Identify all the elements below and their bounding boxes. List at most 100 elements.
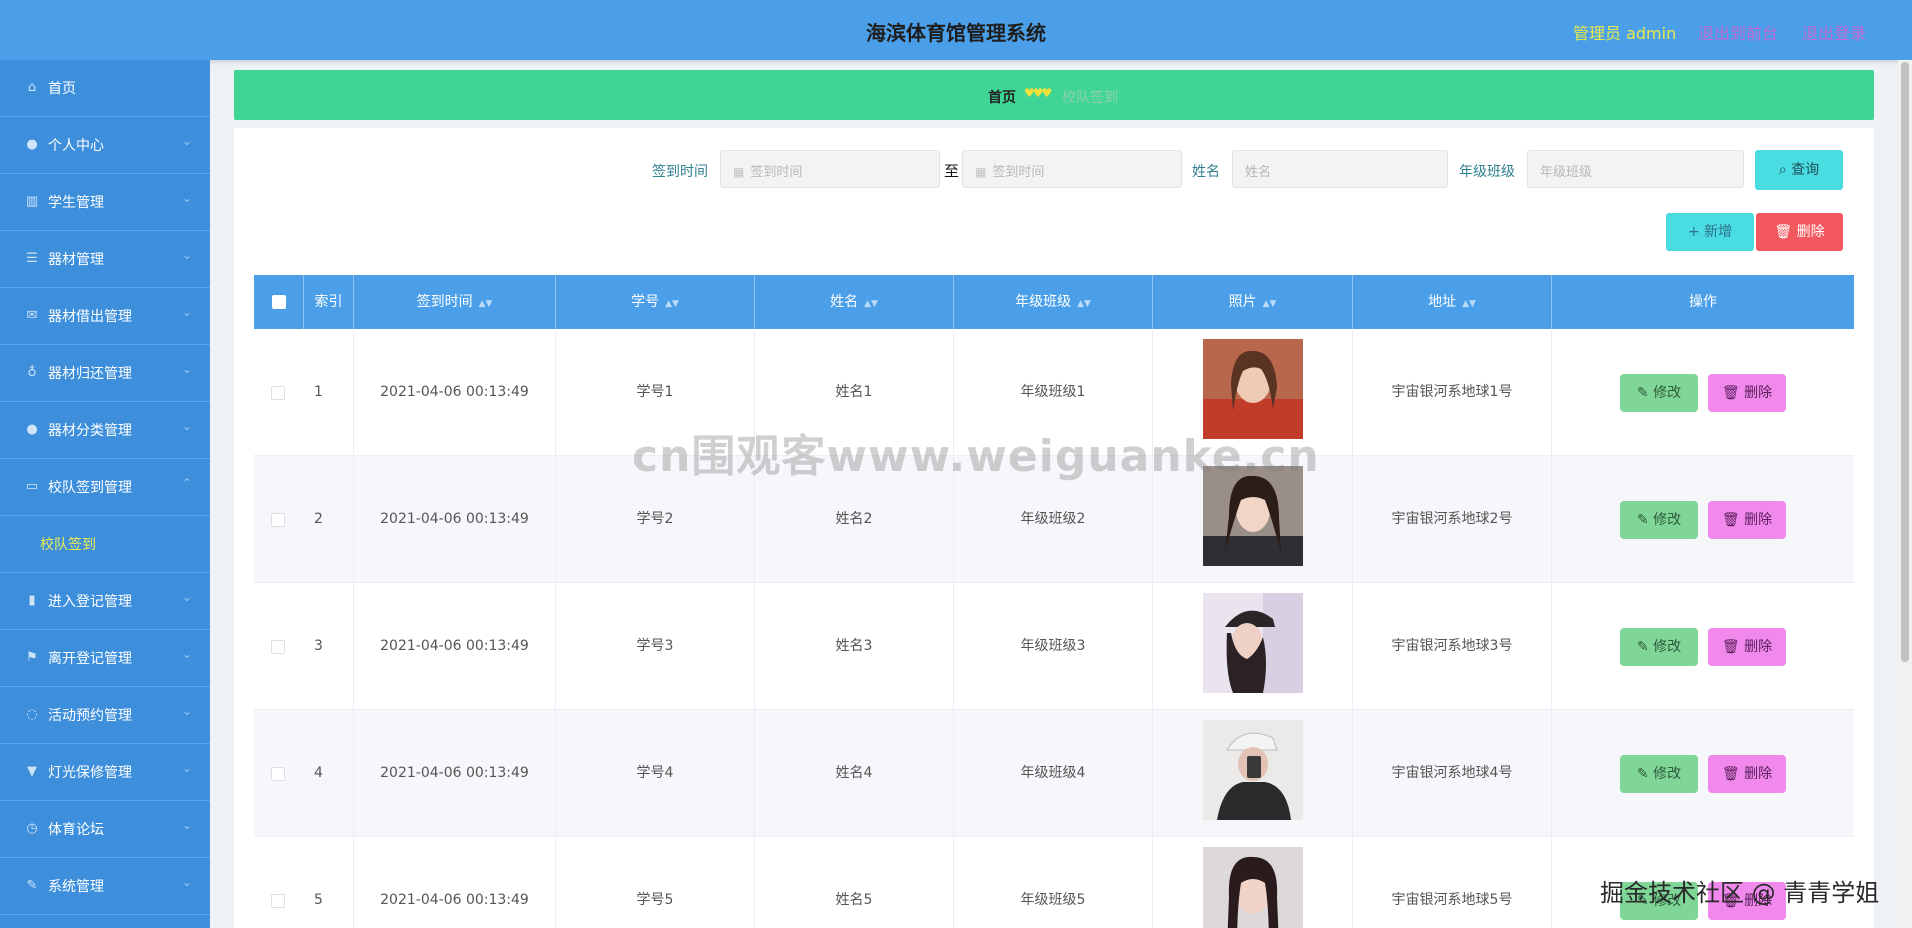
sidebar-item-label: 器材管理	[48, 252, 104, 268]
name-input[interactable]: 姓名	[1232, 150, 1448, 188]
corner-watermark: 掘金技术社区 @ 青青学姐	[1600, 879, 1880, 907]
sidebar-item-label: 校队签到管理	[48, 480, 132, 496]
row-checkbox[interactable]	[271, 386, 285, 400]
sidebar-item-label: 体育论坛	[48, 822, 104, 838]
row-checkbox[interactable]	[271, 894, 285, 908]
trash-icon: 🗑	[1774, 224, 1797, 240]
col-name[interactable]: 姓名 ▲▼	[755, 275, 954, 329]
page-scrollbar[interactable]	[1898, 60, 1912, 928]
table-header: 索引 签到时间 ▲▼ 学号 ▲▼ 姓名 ▲▼ 年级班级 ▲▼ 照片 ▲▼ 地址 ▲▼ 操作	[254, 275, 1854, 329]
sidebar-item-label: 学生管理	[48, 195, 104, 211]
search-icon: ⌕	[1778, 162, 1792, 178]
sidebar-item-label: 进入登记管理	[48, 594, 132, 610]
col-sign-time[interactable]: 签到时间 ▲▼	[354, 275, 556, 329]
heart-icon: ♥♥♥	[1024, 86, 1052, 100]
col-address[interactable]: 地址 ▲▼	[1353, 275, 1552, 329]
edit-button[interactable]: ✎ 修改	[1620, 374, 1698, 412]
cell-address: 宇宙银河系地球3号	[1353, 583, 1552, 709]
settings-icon: ✎	[26, 878, 38, 893]
sort-icon[interactable]: ▲▼	[665, 299, 679, 309]
row-checkbox[interactable]	[271, 640, 285, 654]
col-name-label: 姓名	[830, 294, 859, 310]
sidebar-item-entry-register[interactable]: ▮ 进入登记管理 ⌄	[0, 573, 210, 630]
delete-button[interactable]: 🗑 删除	[1708, 755, 1786, 793]
logout-link[interactable]: 退出登录	[1802, 20, 1866, 44]
sidebar-item-students[interactable]: ▥ 学生管理 ⌄	[0, 174, 210, 231]
sidebar-item-personal-center[interactable]: ● 个人中心 ⌄	[0, 117, 210, 174]
edit-button[interactable]: ✎ 修改	[1620, 628, 1698, 666]
end-time-input[interactable]: ▦ 签到时间	[962, 150, 1182, 188]
sidebar-item-label: 器材归还管理	[48, 366, 132, 382]
sidebar-item-light-repair[interactable]: ▼ 灯光保修管理 ⌄	[0, 744, 210, 801]
sort-icon[interactable]: ▲▼	[1462, 299, 1476, 309]
class-input[interactable]: 年级班级	[1527, 150, 1744, 188]
sidebar-item-label: 离开登记管理	[48, 651, 132, 667]
sidebar-item-label: 灯光保修管理	[48, 765, 132, 781]
sidebar-item-system[interactable]: ✎ 系统管理 ⌄	[0, 858, 210, 915]
user-icon: ●	[26, 137, 38, 152]
breadcrumb-home[interactable]: 首页	[988, 87, 1016, 107]
sidebar-item-home[interactable]: ⌂ 首页	[0, 60, 210, 117]
start-time-input[interactable]: ▦ 签到时间	[720, 150, 940, 188]
cell-student-no: 学号5	[556, 837, 755, 928]
chevron-down-icon: ⌄	[181, 647, 192, 661]
cell-address: 宇宙银河系地球5号	[1353, 837, 1552, 928]
sidebar-item-team-signin[interactable]: ▭ 校队签到管理 ⌃	[0, 459, 210, 516]
chevron-down-icon: ⌄	[181, 191, 192, 205]
cell-name: 姓名3	[755, 583, 954, 709]
sort-icon[interactable]: ▲▼	[864, 299, 878, 309]
delete-button[interactable]: 🗑 删除	[1708, 374, 1786, 412]
sidebar-item-equipment-return[interactable]: ♁ 器材归还管理 ⌄	[0, 345, 210, 402]
col-actions: 操作	[1552, 275, 1854, 329]
sort-icon[interactable]: ▲▼	[479, 299, 493, 309]
edit-button[interactable]: ✎ 修改	[1620, 755, 1698, 793]
sort-icon[interactable]: ▲▼	[1263, 299, 1277, 309]
query-button[interactable]: ⌕ 查询	[1755, 150, 1843, 190]
sidebar-item-equipment-lend[interactable]: ✉ 器材借出管理 ⌄	[0, 288, 210, 345]
chevron-down-icon: ⌄	[181, 419, 192, 433]
edit-button[interactable]: ✎ 修改	[1620, 501, 1698, 539]
col-class-label: 年级班级	[1015, 294, 1072, 310]
col-actions-label: 操作	[1689, 294, 1717, 310]
flag-icon: ⚑	[26, 650, 38, 665]
home-icon: ⌂	[27, 80, 37, 95]
col-photo[interactable]: 照片 ▲▼	[1153, 275, 1353, 329]
col-sign-time-label: 签到时间	[416, 294, 473, 310]
scrollbar-thumb[interactable]	[1901, 62, 1909, 662]
cell-address: 宇宙银河系地球2号	[1353, 456, 1552, 582]
calendar-icon: ▦	[733, 165, 745, 179]
sidebar-item-activity-booking[interactable]: ◌ 活动预约管理 ⌄	[0, 687, 210, 744]
bulk-delete-button[interactable]: 🗑 删除	[1756, 213, 1843, 251]
delete-button[interactable]: 🗑 删除	[1708, 501, 1786, 539]
sidebar-item-equipment[interactable]: ☰ 器材管理 ⌄	[0, 231, 210, 288]
cell-index: 5	[304, 837, 354, 928]
col-student-no-label: 学号	[631, 294, 660, 310]
cell-time: 2021-04-06 00:13:49	[354, 710, 556, 836]
front-link[interactable]: 退出到前台	[1698, 20, 1778, 44]
breadcrumb-current: 校队签到	[1062, 90, 1118, 106]
student-icon: ▥	[25, 194, 39, 209]
col-class[interactable]: 年级班级 ▲▼	[954, 275, 1153, 329]
calendar-icon: ▦	[975, 165, 987, 179]
trash-icon: 🗑	[1721, 766, 1745, 782]
row-checkbox[interactable]	[271, 767, 285, 781]
delete-button[interactable]: 🗑 删除	[1708, 628, 1786, 666]
sidebar-item-leave-register[interactable]: ⚑ 离开登记管理 ⌄	[0, 630, 210, 687]
equipment-icon: ☰	[26, 251, 38, 266]
row-checkbox[interactable]	[271, 513, 285, 527]
sidebar-subitem-team-signin[interactable]: 校队签到	[0, 516, 210, 573]
sidebar-item-forum[interactable]: ◷ 体育论坛 ⌄	[0, 801, 210, 858]
trash-icon: 🗑	[1721, 639, 1745, 655]
sort-icon[interactable]: ▲▼	[1077, 299, 1091, 309]
cell-student-no: 学号3	[556, 583, 755, 709]
select-all-checkbox[interactable]	[272, 295, 286, 309]
col-student-no[interactable]: 学号 ▲▼	[556, 275, 755, 329]
sidebar-item-equipment-category[interactable]: ● 器材分类管理 ⌄	[0, 402, 210, 459]
student-photo	[1203, 847, 1303, 928]
center-watermark: cn围观客www.weiguanke.cn	[632, 431, 1320, 482]
edit-icon: ✎	[1636, 639, 1654, 655]
top-header: 海滨体育馆管理系统 管理员 admin 退出到前台 退出登录	[0, 0, 1912, 60]
cell-class: 年级班级4	[954, 710, 1153, 836]
edit-button-label: 修改	[1653, 512, 1682, 528]
add-button[interactable]: + 新增	[1666, 213, 1754, 251]
